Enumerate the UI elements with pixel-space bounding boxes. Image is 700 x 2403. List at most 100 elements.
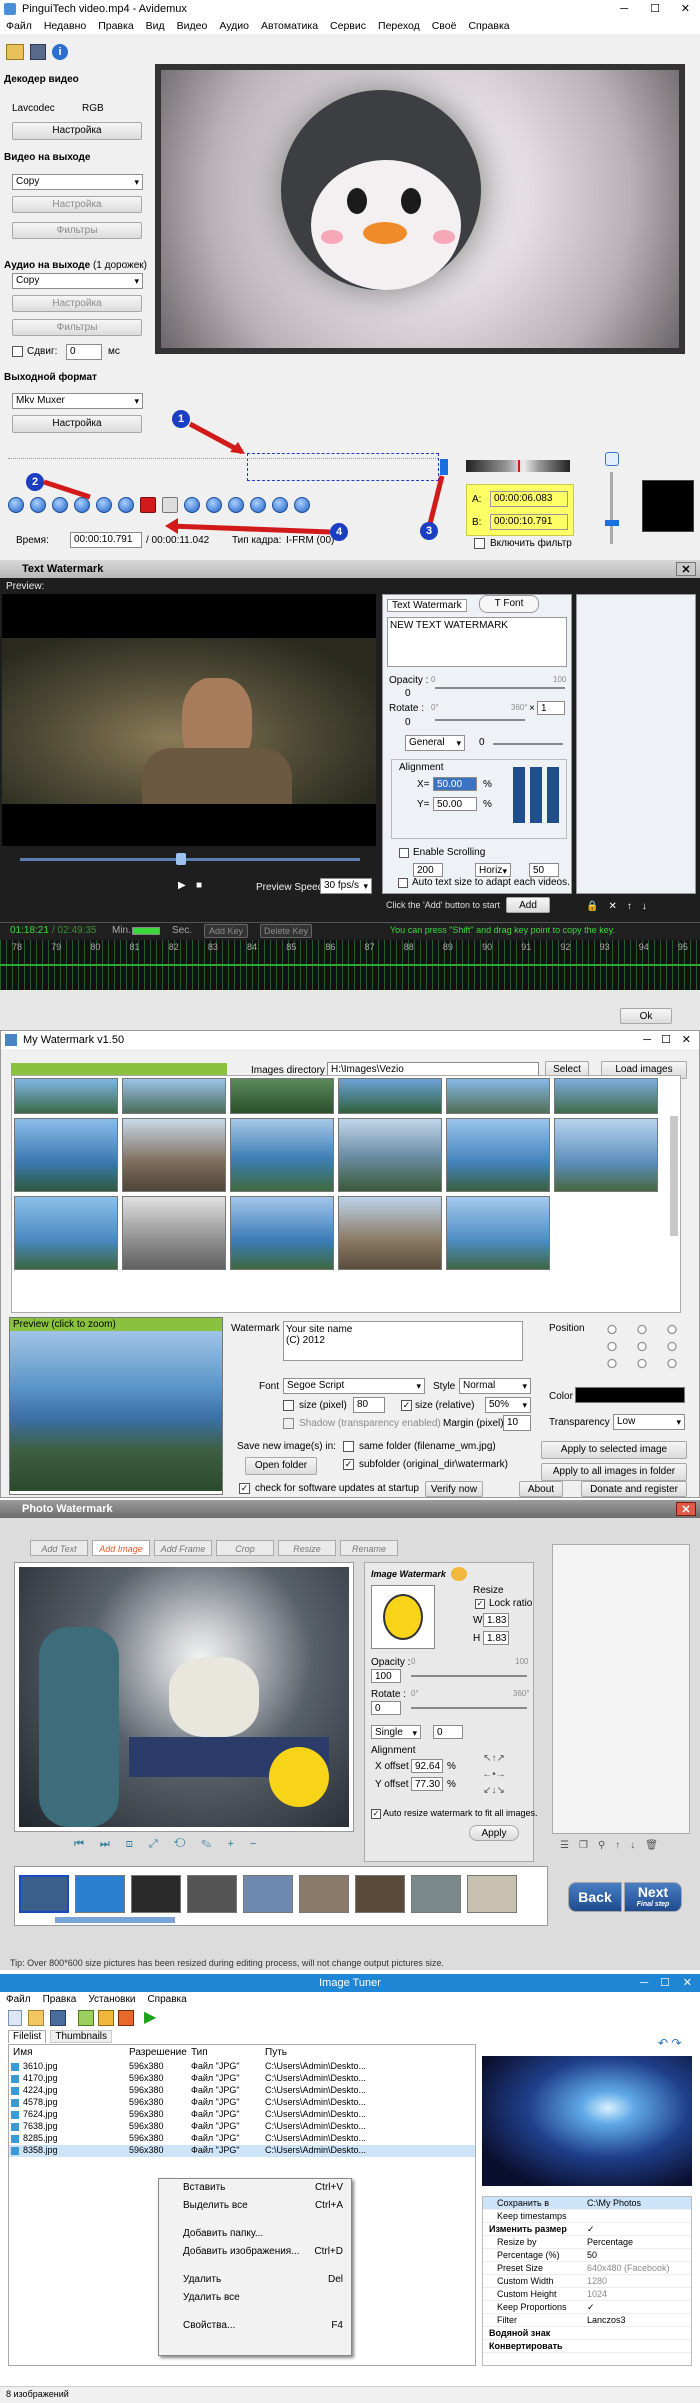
watermark-text-input[interactable]: NEW TEXT WATERMARK: [387, 617, 567, 667]
property-row[interactable]: Preset Size 640x480 (Facebook): [483, 2262, 691, 2275]
menu-view[interactable]: Вид: [146, 18, 165, 34]
ok-button[interactable]: Ok: [620, 1008, 672, 1024]
open-icon[interactable]: [28, 2010, 44, 2026]
video-codec-select[interactable]: Copy: [12, 174, 143, 190]
fit-icon[interactable]: ⊡: [126, 1838, 149, 1850]
tab-add-image[interactable]: Add Image: [92, 1540, 150, 1556]
minimize-icon[interactable]: ─: [620, 0, 628, 18]
menu-go[interactable]: Переход: [378, 18, 420, 34]
apply-all-button[interactable]: Apply to all images in folder: [541, 1463, 687, 1481]
position-grid[interactable]: [597, 1321, 687, 1371]
pin-icon[interactable]: ⚲: [598, 1840, 615, 1851]
menu-video[interactable]: Видео: [177, 18, 208, 34]
auto-resize-checkbox[interactable]: ✓: [371, 1809, 381, 1819]
thumbnail[interactable]: [554, 1078, 658, 1114]
property-row[interactable]: Filter Lanczos3: [483, 2314, 691, 2327]
mode-slider[interactable]: [493, 743, 563, 745]
apply-button[interactable]: Apply: [469, 1825, 519, 1841]
play-icon[interactable]: ▶: [178, 880, 186, 891]
property-row[interactable]: Keep Proportions ✓: [483, 2301, 691, 2314]
zoom-out-icon[interactable]: −: [250, 1838, 272, 1850]
redo-icon[interactable]: ↷: [671, 2036, 681, 2050]
down-icon[interactable]: ↓: [630, 1840, 645, 1851]
maximize-icon[interactable]: ☐: [650, 0, 660, 18]
up-icon[interactable]: ↑: [627, 901, 642, 912]
stop-icon[interactable]: ■: [196, 880, 202, 891]
preview-seek-thumb[interactable]: [176, 853, 186, 865]
film-thumb[interactable]: [131, 1875, 181, 1913]
zoom-in-icon[interactable]: +: [227, 1838, 249, 1850]
close-icon[interactable]: ✕: [681, 0, 690, 18]
updates-checkbox[interactable]: ✓: [239, 1483, 250, 1494]
new-icon[interactable]: [8, 2010, 22, 2026]
rotate-input[interactable]: 0: [371, 1701, 401, 1715]
tab-rename[interactable]: Rename: [340, 1540, 398, 1556]
size-pixel-input[interactable]: 80: [353, 1397, 385, 1413]
menu-help[interactable]: Справка: [147, 1992, 186, 2008]
context-menu-item[interactable]: Удалить Del: [159, 2271, 351, 2289]
col-type[interactable]: Тип: [191, 2047, 208, 2058]
scroll-speed-input[interactable]: 50: [529, 863, 559, 877]
close-icon[interactable]: ✕: [683, 1974, 692, 1992]
prev-icon[interactable]: ⏮: [74, 1838, 100, 1850]
thumbnail[interactable]: [14, 1078, 118, 1114]
undo-icon[interactable]: ↶: [658, 2036, 668, 2050]
font-select[interactable]: Segoe Script: [283, 1378, 425, 1394]
add-button[interactable]: Add: [506, 897, 550, 913]
thumbnail[interactable]: [230, 1118, 334, 1192]
property-row[interactable]: Сохранить в C:\My Photos: [483, 2197, 691, 2210]
filmstrip-scrollbar[interactable]: [55, 1917, 175, 1923]
info-icon[interactable]: i: [52, 44, 68, 60]
shift-checkbox[interactable]: [12, 346, 23, 357]
h-input[interactable]: 1.83: [483, 1631, 509, 1645]
property-row[interactable]: Resize by Percentage: [483, 2236, 691, 2249]
down-icon[interactable]: ↓: [642, 901, 657, 912]
table-row[interactable]: 8285.jpg 596x380 Файл "JPG" C:\Users\Admin\…: [9, 2133, 475, 2145]
video-filters-button[interactable]: Фильтры: [12, 222, 142, 239]
next-icon[interactable]: ⏭: [100, 1838, 126, 1850]
property-row[interactable]: Конвертировать: [483, 2340, 691, 2353]
context-menu-item[interactable]: Вставить Ctrl+V: [159, 2179, 351, 2197]
apply-selected-button[interactable]: Apply to selected image: [541, 1441, 687, 1459]
up-icon[interactable]: ↑: [615, 1840, 630, 1851]
lock-ratio-checkbox[interactable]: ✓: [475, 1599, 485, 1609]
col-name[interactable]: Имя: [13, 2047, 32, 2058]
tab-add-text[interactable]: Add Text: [30, 1540, 88, 1556]
back-button[interactable]: Back: [568, 1882, 622, 1912]
size-pixel-checkbox[interactable]: [283, 1400, 294, 1411]
film-thumb[interactable]: [355, 1875, 405, 1913]
thumbnail[interactable]: [122, 1196, 226, 1270]
size-rel-select[interactable]: 50%: [485, 1397, 531, 1413]
alignment-grid[interactable]: [513, 767, 563, 823]
list-icon[interactable]: ☰: [560, 1840, 579, 1851]
remove-icon[interactable]: ✕: [608, 901, 626, 912]
thumbnail[interactable]: [338, 1078, 442, 1114]
shadow-checkbox[interactable]: [283, 1418, 294, 1429]
film-thumb[interactable]: [19, 1875, 69, 1913]
thumbnail[interactable]: [446, 1196, 550, 1270]
preview-seekbar[interactable]: [20, 858, 360, 861]
menu-auto[interactable]: Автоматика: [261, 18, 318, 34]
about-button[interactable]: About: [519, 1481, 563, 1497]
table-row[interactable]: 3610.jpg 596x380 Файл "JPG" C:\Users\Admin\…: [9, 2061, 475, 2073]
transparency-select[interactable]: Low: [613, 1414, 685, 1430]
thumbnail[interactable]: [338, 1196, 442, 1270]
menu-file[interactable]: Файл: [6, 1992, 31, 2008]
table-row[interactable]: 4170.jpg 596x380 Файл "JPG" C:\Users\Admin\…: [9, 2073, 475, 2085]
film-thumb[interactable]: [411, 1875, 461, 1913]
yoffset-input[interactable]: 77.30: [411, 1777, 443, 1791]
thumbnail[interactable]: [230, 1196, 334, 1270]
save-icon[interactable]: [30, 44, 46, 60]
zoom-bar[interactable]: [132, 927, 160, 935]
context-menu-item[interactable]: Свойства... F4: [159, 2317, 351, 2335]
close-icon[interactable]: ✕: [676, 1502, 696, 1516]
context-menu-item[interactable]: Удалить все: [159, 2289, 351, 2307]
minimize-icon[interactable]: ─: [643, 1031, 651, 1049]
property-row[interactable]: Percentage (%) 50: [483, 2249, 691, 2262]
grid-scrollbar[interactable]: [670, 1116, 678, 1236]
w-input[interactable]: 1.83: [483, 1613, 509, 1627]
thumbnail[interactable]: [446, 1078, 550, 1114]
opacity-slider[interactable]: [435, 687, 565, 689]
x-input[interactable]: 50.00: [433, 777, 477, 791]
same-folder-radio[interactable]: [343, 1441, 354, 1452]
